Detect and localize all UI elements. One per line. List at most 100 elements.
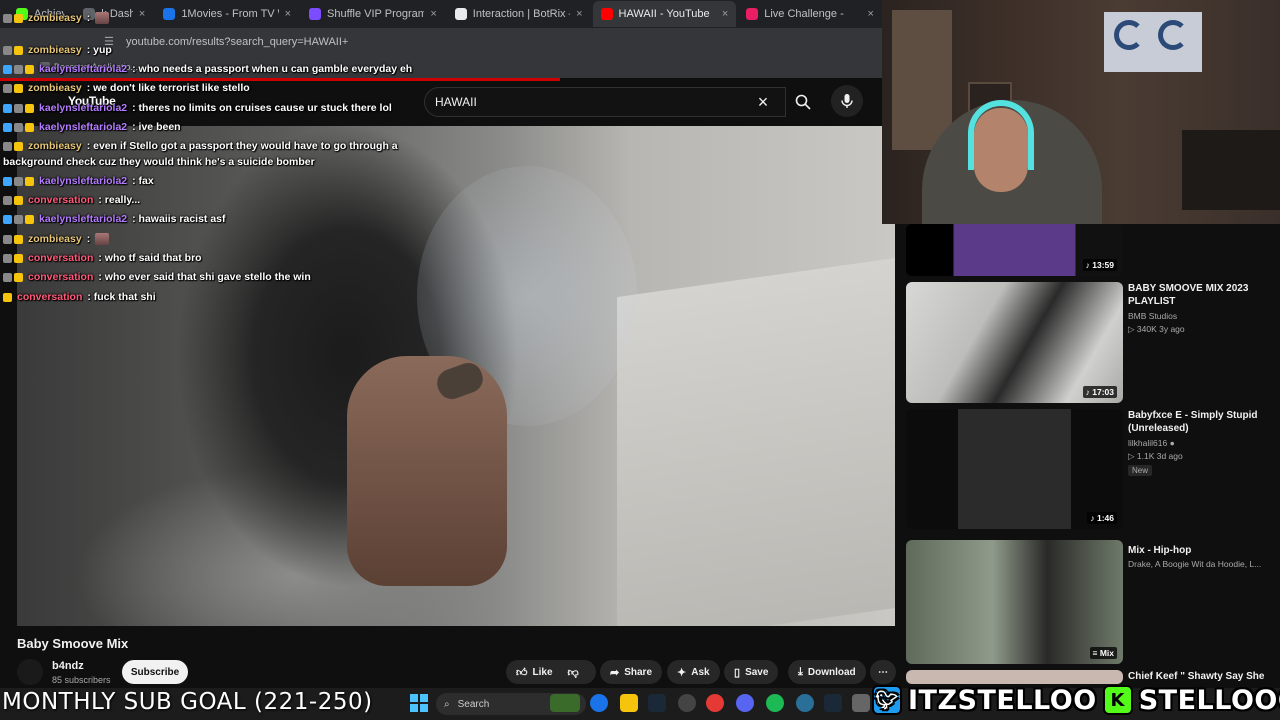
tab-close-icon[interactable]: × bbox=[868, 8, 874, 20]
chat-username: conversation bbox=[17, 291, 83, 303]
chat-badge-icon bbox=[14, 272, 23, 282]
recommendation-channel[interactable]: BMB Studios bbox=[1128, 310, 1278, 323]
subscriber-count: 85 subscribers bbox=[52, 675, 111, 685]
chat-badge-icon bbox=[14, 234, 23, 244]
share-button[interactable]: ➦ Share bbox=[600, 660, 663, 684]
search-icon bbox=[795, 94, 811, 110]
sub-goal-text: MONTHLY SUB GOAL (221-250) bbox=[2, 689, 373, 715]
chat-text: : yup bbox=[86, 44, 112, 56]
chat-message: kaelynsleftariola2: hawaiis racist asf bbox=[3, 213, 226, 225]
channel-name[interactable]: b4ndz bbox=[52, 660, 84, 672]
chat-text: : who ever said that shi gave stello the… bbox=[98, 271, 311, 283]
chat-text: : really... bbox=[98, 194, 141, 206]
microphone-icon bbox=[841, 94, 853, 108]
chat-text: : we don't like terrorist like stello bbox=[86, 82, 250, 94]
chat-message: conversation: really... bbox=[3, 194, 140, 206]
chat-badge-icon bbox=[14, 122, 23, 132]
chat-badge-icon bbox=[14, 195, 23, 205]
chat-message: zombieasy: even if Stello got a passport… bbox=[3, 140, 398, 152]
chat-badge-icon bbox=[25, 176, 34, 186]
app-icon[interactable] bbox=[678, 694, 696, 712]
thumbs-down-icon[interactable]: 👎︎ bbox=[568, 666, 579, 679]
chat-badge-icon bbox=[14, 141, 23, 151]
chat-badge-icon bbox=[3, 253, 12, 263]
chat-badge-icon bbox=[25, 103, 34, 113]
recommendation-stats: ▷ 340K 3y ago bbox=[1128, 324, 1185, 334]
video-thumbnail[interactable]: ♪ 13:59 bbox=[906, 224, 1123, 276]
clear-search-icon[interactable]: × bbox=[751, 92, 775, 113]
chat-message: kaelynsleftariola2 : who needs a passport… bbox=[3, 63, 412, 75]
file-explorer-icon[interactable] bbox=[620, 694, 638, 712]
video-thumbnail[interactable]: ♪ 1:46 bbox=[906, 409, 1123, 529]
chat-text: : bbox=[86, 12, 91, 24]
spotify-icon[interactable] bbox=[766, 694, 784, 712]
chat-username: conversation bbox=[28, 271, 94, 283]
chrome-icon[interactable] bbox=[706, 694, 724, 712]
chat-badge-icon bbox=[25, 122, 34, 132]
app-icon[interactable] bbox=[852, 694, 870, 712]
chat-text: : ive been bbox=[132, 121, 181, 133]
duration-badge: ♪ 17:03 bbox=[1082, 386, 1117, 398]
recommendation-title[interactable]: Babyfxce E - Simply Stupid (Unreleased) bbox=[1128, 409, 1278, 435]
steam-icon[interactable] bbox=[648, 694, 666, 712]
discord-icon[interactable] bbox=[736, 694, 754, 712]
steam-icon[interactable] bbox=[824, 694, 842, 712]
chat-message: zombieasy : yup bbox=[3, 44, 112, 56]
thumbs-up-icon: 👍︎ bbox=[516, 666, 528, 679]
download-button[interactable]: ⤓ Download bbox=[788, 660, 866, 684]
widget-icon[interactable] bbox=[550, 694, 580, 712]
recommendation-title[interactable]: BABY SMOOVE MIX 2023 PLAYLIST bbox=[1128, 282, 1278, 308]
tab-close-icon[interactable]: × bbox=[430, 8, 436, 20]
tab-close-icon[interactable]: × bbox=[576, 8, 582, 20]
chat-emote-icon bbox=[95, 12, 110, 24]
chat-text: : who needs a passport when u can gamble… bbox=[132, 63, 413, 75]
browser-tab[interactable]: Live Challenge - × bbox=[738, 1, 882, 27]
edge-icon[interactable] bbox=[590, 694, 608, 712]
chat-badge-icon bbox=[3, 103, 12, 113]
recommendations-panel: ♪ 13:59 ♪ 17:03 BABY SMOOVE MIX 2023 PLA… bbox=[896, 224, 1280, 684]
chat-badge-icon bbox=[14, 64, 23, 74]
voice-search-button[interactable] bbox=[831, 85, 863, 117]
chat-message: conversation: fuck that shi bbox=[3, 291, 156, 303]
recommendation-artists: Drake, A Boogie Wit da Hoodie, L... bbox=[1128, 559, 1262, 569]
recommendation-channel[interactable]: lilkhalil616 ● bbox=[1128, 437, 1278, 450]
chat-username: zombieasy bbox=[28, 140, 82, 152]
webcam-window bbox=[892, 10, 952, 150]
social-handles: 🐦︎ ITZSTELLOO K STELLOOO bbox=[872, 680, 1280, 720]
channel-avatar[interactable] bbox=[17, 659, 43, 685]
search-button[interactable] bbox=[786, 87, 820, 117]
recommendation-title[interactable]: Mix - Hip-hop bbox=[1128, 544, 1278, 557]
like-dislike-button[interactable]: 👍︎ Like 👎︎ bbox=[506, 660, 596, 684]
chat-badge-icon bbox=[14, 176, 23, 186]
search-box[interactable]: HAWAII × bbox=[424, 87, 786, 117]
save-button[interactable]: ▯ Save bbox=[724, 660, 779, 684]
chat-username: zombieasy bbox=[28, 44, 82, 56]
chat-message: kaelynsleftariola2: theres no limits on … bbox=[3, 102, 392, 114]
subscribe-button[interactable]: Subscribe bbox=[122, 660, 188, 684]
tab-label: Interaction | BotRix — Cloud St bbox=[472, 8, 570, 20]
chat-emote-icon bbox=[95, 233, 110, 245]
chat-username: zombieasy bbox=[28, 233, 82, 245]
chat-username: kaelynsleftariola2 bbox=[39, 121, 128, 133]
windows-start-icon[interactable] bbox=[410, 694, 428, 712]
search-input[interactable]: HAWAII bbox=[435, 95, 751, 109]
video-thumbnail[interactable]: ♪ 17:03 bbox=[906, 282, 1123, 403]
chat-username: kaelynsleftariola2 bbox=[39, 63, 128, 75]
app-icon[interactable] bbox=[796, 694, 814, 712]
poster-ring-left bbox=[1114, 20, 1144, 50]
ask-button[interactable]: ✦ Ask bbox=[667, 660, 720, 684]
chat-badge-icon bbox=[3, 141, 12, 151]
sparkle-icon: ✦ bbox=[677, 666, 687, 679]
webcam-feed bbox=[882, 0, 1280, 224]
bookmark-save-icon: ▯ bbox=[734, 666, 741, 679]
tab-close-icon[interactable]: × bbox=[722, 8, 728, 20]
chat-text: : theres no limits on cruises cause ur s… bbox=[132, 102, 392, 114]
browser-tab[interactable]: Interaction | BotRix — Cloud St × bbox=[447, 1, 591, 27]
video-thumbnail[interactable]: ≡ Mix bbox=[906, 540, 1123, 664]
twitter-icon: 🐦︎ bbox=[872, 685, 902, 715]
twitter-handle: ITZSTELLOO bbox=[908, 684, 1097, 716]
download-icon: ⤓ bbox=[798, 665, 803, 678]
chat-badge-icon bbox=[14, 45, 23, 55]
browser-tab[interactable]: HAWAII - YouTube × bbox=[592, 1, 737, 27]
screen: Achievementsk Dashboard×1Movies - From T… bbox=[0, 0, 1280, 720]
